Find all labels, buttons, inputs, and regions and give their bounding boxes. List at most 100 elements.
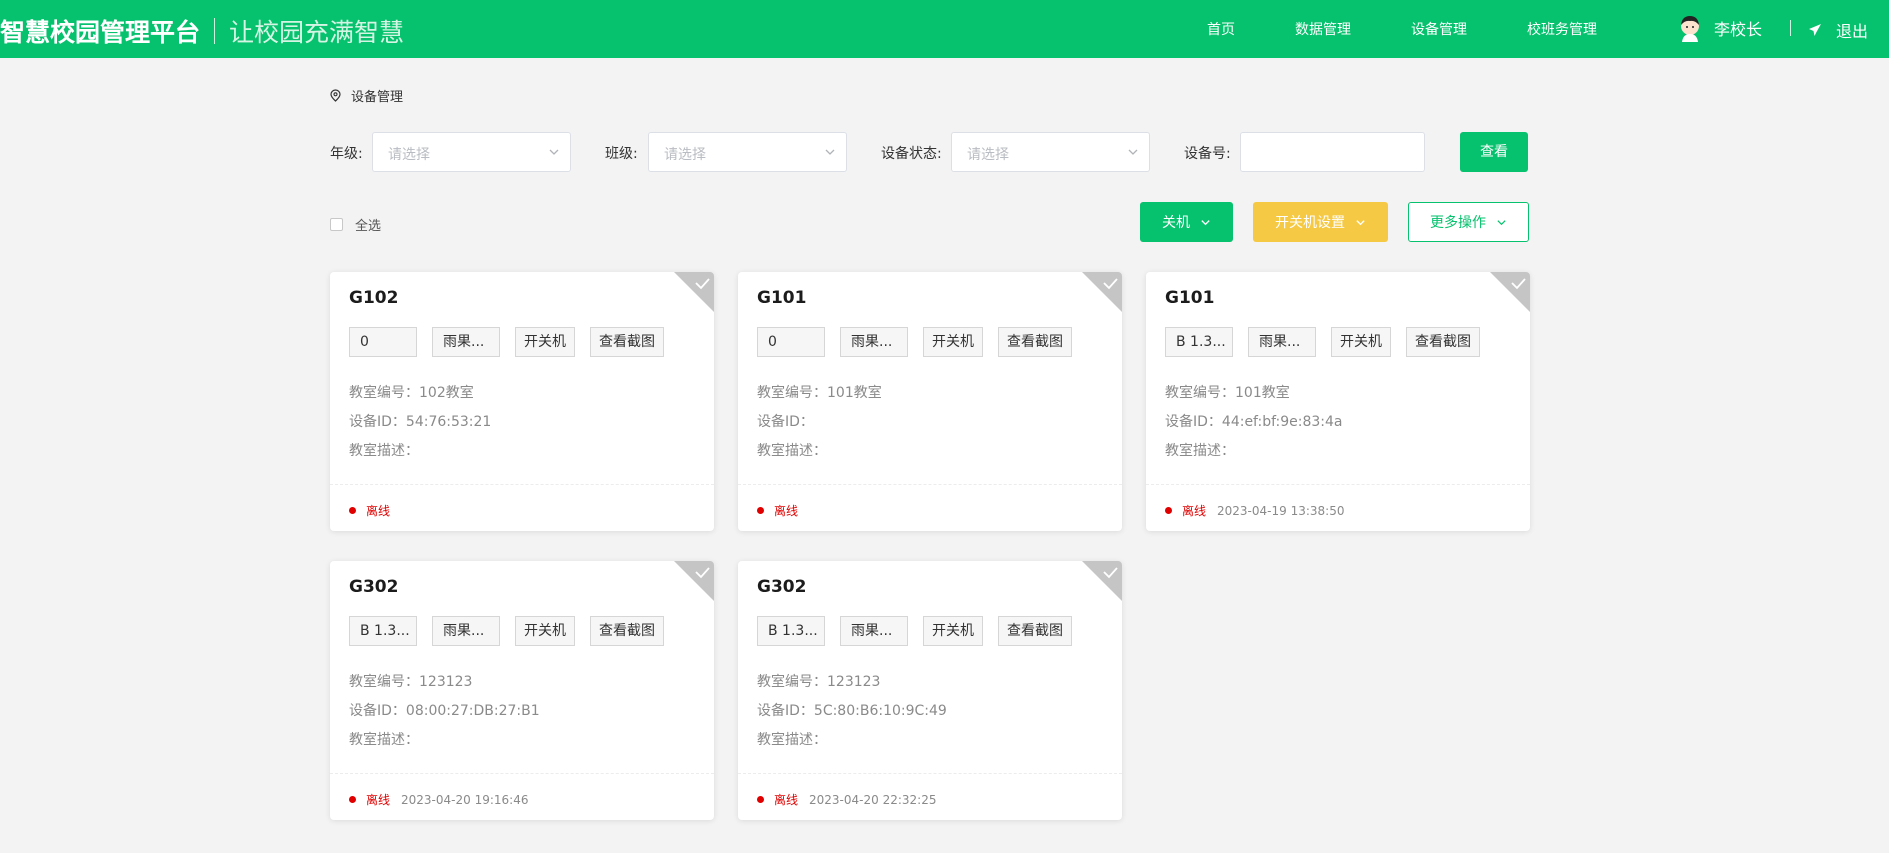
status-text: 离线 <box>1182 504 1207 518</box>
chevron-down-icon <box>1497 219 1506 225</box>
nav-device-management[interactable]: 设备管理 <box>1411 19 1467 39</box>
device-chips: B 1.3... 雨果... 开关机 查看截图 <box>1165 327 1495 357</box>
chevron-down-icon <box>1201 219 1210 225</box>
card-select-check-icon[interactable] <box>1082 561 1122 601</box>
classroom-description: 教室描述： <box>757 732 827 748</box>
card-select-check-icon[interactable] <box>674 561 714 601</box>
checkbox-box[interactable] <box>330 218 343 231</box>
device-chips: 0 雨果... 开关机 查看截图 <box>349 327 679 357</box>
chevron-down-icon <box>825 149 835 155</box>
device-status-placeholder: 请选择 <box>967 147 1009 163</box>
classroom-number: 教室编号：123123 <box>757 674 881 690</box>
power-schedule-dropdown-button[interactable]: 开关机设置 <box>1253 202 1388 242</box>
logout-label: 退出 <box>1836 22 1869 41</box>
top-header: 智慧校园管理平台 让校园充满智慧 首页 数据管理 设备管理 校班务管理 李校长 … <box>0 0 1889 58</box>
nav-class-affairs[interactable]: 校班务管理 <box>1527 19 1597 39</box>
classroom-number: 教室编号：101教室 <box>757 385 882 401</box>
power-toggle-button[interactable]: 开关机 <box>515 616 575 646</box>
status-time: 2023-04-19 13:38:50 <box>1217 503 1345 518</box>
status-dot <box>349 796 356 803</box>
nav-home[interactable]: 首页 <box>1207 19 1235 39</box>
card-select-check-icon[interactable] <box>1490 272 1530 312</box>
power-toggle-button[interactable]: 开关机 <box>923 616 983 646</box>
device-status: 离线 2023-04-20 22:32:25 <box>757 791 936 808</box>
device-chip-volume[interactable]: B 1.3... <box>349 616 417 646</box>
more-actions-label: 更多操作 <box>1430 215 1486 231</box>
breadcrumb: 设备管理 <box>330 86 403 105</box>
class-select[interactable]: 请选择 <box>648 132 847 172</box>
device-chip-source[interactable]: 雨果... <box>432 327 500 357</box>
device-chip-volume[interactable]: 0 <box>349 327 417 357</box>
more-actions-dropdown-button[interactable]: 更多操作 <box>1408 202 1529 242</box>
view-screenshot-button[interactable]: 查看截图 <box>998 327 1072 357</box>
view-screenshot-button[interactable]: 查看截图 <box>590 616 664 646</box>
power-off-label: 关机 <box>1162 215 1190 231</box>
card-footer: 离线 2023-04-19 13:38:50 <box>1146 484 1530 531</box>
brand-divider <box>214 18 216 44</box>
device-chip-volume[interactable]: B 1.3... <box>757 616 825 646</box>
device-card[interactable]: G101 0 雨果... 开关机 查看截图 教室编号：101教室 设备ID： 教… <box>738 272 1122 531</box>
search-button[interactable]: 查看 <box>1460 132 1528 172</box>
status-text: 离线 <box>366 504 391 518</box>
classroom-description: 教室描述： <box>1165 443 1235 459</box>
avatar <box>1678 14 1702 42</box>
device-card[interactable]: G302 B 1.3... 雨果... 开关机 查看截图 教室编号：123123… <box>330 561 714 820</box>
paper-plane-icon <box>1809 24 1821 36</box>
device-card[interactable]: G101 B 1.3... 雨果... 开关机 查看截图 教室编号：101教室 … <box>1146 272 1530 531</box>
status-text: 离线 <box>366 793 391 807</box>
user-info[interactable]: 李校长 <box>1678 14 1762 42</box>
device-chip-volume[interactable]: 0 <box>757 327 825 357</box>
view-screenshot-button[interactable]: 查看截图 <box>1406 327 1480 357</box>
breadcrumb-text: 设备管理 <box>351 90 404 105</box>
device-title: G302 <box>757 577 807 597</box>
device-chip-source[interactable]: 雨果... <box>1248 327 1316 357</box>
platform-title: 智慧校园管理平台 <box>0 18 201 47</box>
status-time: 2023-04-20 19:16:46 <box>401 792 529 807</box>
chevron-down-icon <box>1356 219 1365 225</box>
device-chip-volume[interactable]: B 1.3... <box>1165 327 1233 357</box>
classroom-number: 教室编号：102教室 <box>349 385 474 401</box>
class-placeholder: 请选择 <box>664 147 706 163</box>
view-screenshot-button[interactable]: 查看截图 <box>998 616 1072 646</box>
device-chip-source[interactable]: 雨果... <box>840 327 908 357</box>
nav-data-management[interactable]: 数据管理 <box>1295 19 1351 39</box>
device-number-input[interactable] <box>1240 132 1425 172</box>
status-dot <box>757 796 764 803</box>
device-status-select[interactable]: 请选择 <box>951 132 1150 172</box>
device-title: G101 <box>1165 288 1215 308</box>
device-card[interactable]: G102 0 雨果... 开关机 查看截图 教室编号：102教室 设备ID：54… <box>330 272 714 531</box>
card-select-check-icon[interactable] <box>674 272 714 312</box>
main-nav: 首页 数据管理 设备管理 校班务管理 <box>1207 0 1657 58</box>
classroom-description: 教室描述： <box>349 443 419 459</box>
power-off-dropdown-button[interactable]: 关机 <box>1140 202 1233 242</box>
device-status: 离线 <box>757 502 809 519</box>
device-chips: B 1.3... 雨果... 开关机 查看截图 <box>757 616 1087 646</box>
status-dot <box>757 507 764 514</box>
classroom-number: 教室编号：101教室 <box>1165 385 1290 401</box>
device-chip-source[interactable]: 雨果... <box>840 616 908 646</box>
device-card[interactable]: G302 B 1.3... 雨果... 开关机 查看截图 教室编号：123123… <box>738 561 1122 820</box>
device-chips: 0 雨果... 开关机 查看截图 <box>757 327 1087 357</box>
card-select-check-icon[interactable] <box>1082 272 1122 312</box>
status-time: 2023-04-20 22:32:25 <box>809 792 937 807</box>
platform-slogan: 让校园充满智慧 <box>229 18 405 47</box>
header-divider <box>1790 20 1791 36</box>
logout-button[interactable]: 退出 <box>1808 18 1868 42</box>
power-toggle-button[interactable]: 开关机 <box>1331 327 1391 357</box>
device-status: 离线 <box>349 502 401 519</box>
device-id: 设备ID：08:00:27:DB:27:B1 <box>349 703 540 719</box>
device-chip-source[interactable]: 雨果... <box>432 616 500 646</box>
select-all-label: 全选 <box>355 219 382 234</box>
device-title: G302 <box>349 577 399 597</box>
card-footer: 离线 <box>738 484 1122 531</box>
view-screenshot-button[interactable]: 查看截图 <box>590 327 664 357</box>
grade-label: 年级: <box>330 146 363 162</box>
power-toggle-button[interactable]: 开关机 <box>515 327 575 357</box>
classroom-description: 教室描述： <box>349 732 419 748</box>
status-dot <box>349 507 356 514</box>
power-toggle-button[interactable]: 开关机 <box>923 327 983 357</box>
select-all-checkbox[interactable]: 全选 <box>330 215 381 234</box>
grade-select[interactable]: 请选择 <box>372 132 571 172</box>
device-id: 设备ID：44:ef:bf:9e:83:4a <box>1165 414 1343 430</box>
status-text: 离线 <box>774 793 799 807</box>
